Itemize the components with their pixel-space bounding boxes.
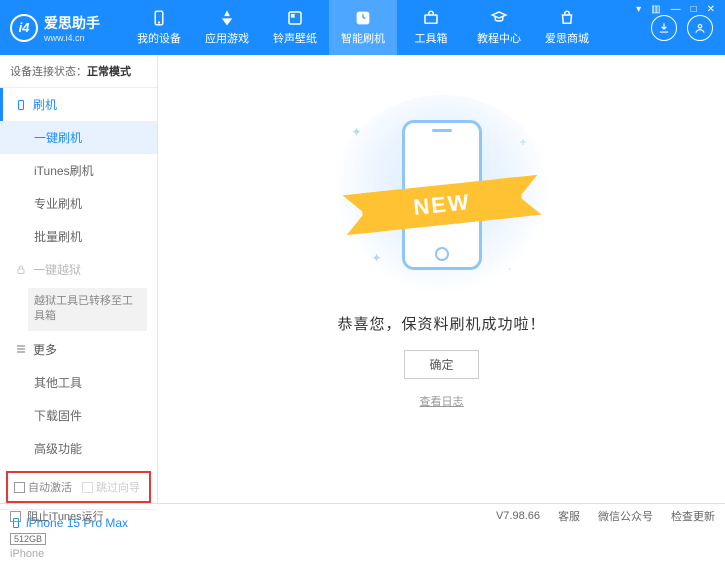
sidebar-head-jailbreak: 一键越狱 (0, 253, 157, 286)
auto-activate-checkbox[interactable]: 自动激活 (14, 479, 72, 495)
nav-store[interactable]: 爱思商城 (533, 0, 601, 55)
minimize-icon[interactable]: — (669, 4, 683, 15)
ok-button[interactable]: 确定 (404, 350, 478, 379)
sidebar-head-flash[interactable]: 刷机 (0, 88, 157, 121)
phone-icon (15, 99, 27, 111)
skip-setup-checkbox: 跳过向导 (82, 479, 140, 495)
version-label: V7.98.66 (496, 510, 540, 522)
sidebar-item-pro[interactable]: 专业刷机 (0, 187, 157, 220)
sidebar-item-other[interactable]: 其他工具 (0, 366, 157, 399)
nav-ringtones[interactable]: 铃声壁纸 (261, 0, 329, 55)
sidebar-item-firmware[interactable]: 下载固件 (0, 399, 157, 432)
toolbox-icon (422, 9, 440, 27)
support-link[interactable]: 客服 (558, 508, 580, 524)
nav-apps[interactable]: 应用游戏 (193, 0, 261, 55)
wallpaper-icon (286, 9, 304, 27)
view-log-link[interactable]: 查看日志 (420, 393, 464, 409)
options-box: 自动激活 跳过向导 (6, 471, 151, 503)
titlebar: ▾ ▥ — □ ✕ i4 爱思助手 www.i4.cn 我的设备 应用游戏 铃声… (0, 0, 725, 55)
store-icon (558, 9, 576, 27)
nav-toolbox[interactable]: 工具箱 (397, 0, 465, 55)
navbar: 我的设备 应用游戏 铃声壁纸 智能刷机 工具箱 教程中心 爱思商城 (125, 0, 651, 55)
update-link[interactable]: 检查更新 (671, 508, 715, 524)
sidebar-head-more[interactable]: 更多 (0, 333, 157, 366)
sidebar-item-itunes[interactable]: iTunes刷机 (0, 154, 157, 187)
sidebar: 设备连接状态：正常模式 刷机 一键刷机 iTunes刷机 专业刷机 批量刷机 一… (0, 55, 158, 503)
app-url: www.i4.cn (44, 33, 100, 43)
close-icon[interactable]: ✕ (705, 4, 717, 15)
device-storage: 512GB (10, 533, 46, 545)
list-icon (15, 343, 27, 355)
download-button[interactable] (651, 15, 677, 41)
main-panel: ✦ + ✦ · NEW 恭喜您，保资料刷机成功啦！ 确定 查看日志 (158, 55, 725, 503)
logo: i4 爱思助手 www.i4.cn (0, 13, 125, 43)
skin-icon[interactable]: ▥ (649, 4, 662, 15)
nav-tutorials[interactable]: 教程中心 (465, 0, 533, 55)
sidebar-item-batch[interactable]: 批量刷机 (0, 220, 157, 253)
tutorial-icon (490, 9, 508, 27)
sidebar-item-oneclick[interactable]: 一键刷机 (0, 121, 157, 154)
wechat-link[interactable]: 微信公众号 (598, 508, 653, 524)
device-icon (150, 9, 168, 27)
user-button[interactable] (687, 15, 713, 41)
menu-icon[interactable]: ▾ (634, 4, 643, 15)
lock-icon (15, 264, 27, 276)
window-controls: ▾ ▥ — □ ✕ (634, 4, 717, 15)
app-name: 爱思助手 (44, 13, 100, 33)
nav-my-device[interactable]: 我的设备 (125, 0, 193, 55)
success-illustration: ✦ + ✦ · NEW (332, 95, 552, 295)
apps-icon (218, 9, 236, 27)
sidebar-item-advanced[interactable]: 高级功能 (0, 432, 157, 465)
block-itunes-checkbox[interactable]: 阻止iTunes运行 (10, 508, 104, 524)
maximize-icon[interactable]: □ (689, 4, 699, 15)
connection-status: 设备连接状态：正常模式 (0, 55, 157, 88)
success-message: 恭喜您，保资料刷机成功啦！ (337, 313, 545, 334)
nav-flash[interactable]: 智能刷机 (329, 0, 397, 55)
device-type: iPhone (10, 548, 147, 560)
sidebar-jailbreak-note: 越狱工具已转移至工具箱 (28, 288, 147, 331)
flash-icon (354, 9, 372, 27)
logo-badge: i4 (10, 14, 38, 42)
